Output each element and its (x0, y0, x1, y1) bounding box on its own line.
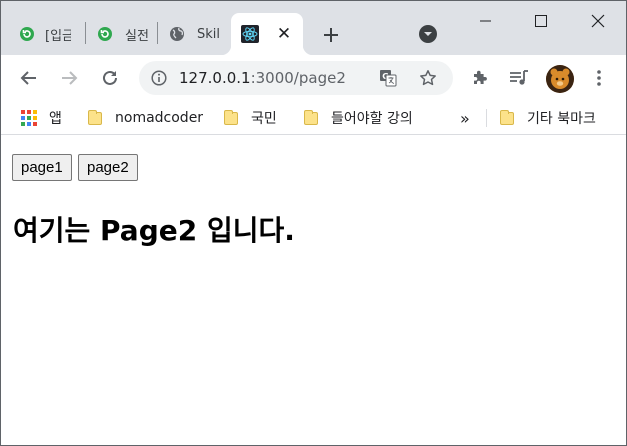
bookmark-label: nomadcoder (115, 110, 204, 126)
playlist-icon (510, 70, 528, 85)
page-heading: 여기는 Page2 입니다. (13, 214, 295, 247)
new-tab-button[interactable] (317, 21, 345, 49)
maximize-icon (535, 15, 547, 27)
minimize-icon (480, 20, 491, 22)
folder-icon (499, 110, 515, 126)
bookmark-label: 기타 북마크 (527, 111, 596, 127)
reload-button[interactable] (94, 62, 126, 94)
back-button[interactable] (13, 62, 45, 94)
bookmarks-bar: 앱 nomadcoder 국민 들어야할 강의 » 기타 북마크 (1, 101, 626, 135)
plus-icon (324, 28, 338, 42)
media-button[interactable] (503, 62, 535, 94)
refresh-icon (19, 26, 35, 42)
browser-toolbar: 127.0.0.1:3000/page2 G (1, 55, 626, 101)
arrow-left-icon (20, 71, 36, 85)
tab-title: [입금 (45, 28, 71, 44)
folder-icon (223, 110, 239, 126)
bookmarks-separator (486, 109, 487, 127)
forward-button[interactable] (53, 62, 85, 94)
bookmark-nomadcoder[interactable]: nomadcoder (87, 101, 203, 135)
tab-active[interactable]: ✕ (221, 13, 313, 55)
bookmark-label: 들어야할 강의 (331, 111, 413, 127)
refresh-icon (97, 26, 113, 42)
tab-title: Skil (197, 26, 221, 42)
translate-icon[interactable]: G (379, 69, 397, 91)
arrow-right-icon (62, 71, 78, 85)
url-text[interactable]: 127.0.0.1:3000/page2 (179, 61, 346, 95)
tab-separator (85, 22, 86, 44)
page1-button[interactable]: page1 (12, 154, 72, 181)
bookmark-lectures[interactable]: 들어야할 강의 (303, 101, 413, 135)
tab-search-button[interactable] (417, 23, 439, 45)
tab-strip: [입금 실전 Skil ✕ (1, 1, 626, 55)
bookmark-label: 앱 (49, 111, 62, 127)
chevron-down-icon (419, 25, 437, 43)
bookmarks-overflow-button[interactable]: » (460, 101, 470, 135)
maximize-button[interactable] (518, 1, 564, 41)
react-icon (241, 25, 259, 43)
tab-1[interactable]: [입금 (19, 13, 81, 55)
url-path: :3000/page2 (250, 69, 346, 87)
window-close-button[interactable] (575, 1, 621, 41)
tab-title: 실전 (125, 28, 149, 44)
star-icon[interactable] (419, 69, 437, 91)
globe-icon (169, 26, 185, 42)
close-icon (591, 14, 605, 28)
minimize-button[interactable] (463, 1, 509, 41)
tab-separator (157, 22, 158, 44)
avatar-image (546, 65, 574, 93)
page2-button[interactable]: page2 (78, 154, 138, 181)
url-host: 127.0.0.1 (179, 69, 251, 87)
bookmark-kookmin[interactable]: 국민 (223, 101, 277, 135)
bookmark-apps[interactable]: 앱 (21, 101, 62, 135)
bookmark-label: 국민 (251, 111, 277, 127)
page-content: page1 page2 여기는 Page2 입니다. (1, 136, 626, 445)
close-tab-button[interactable]: ✕ (275, 25, 293, 43)
bookmark-other[interactable]: 기타 북마크 (499, 101, 596, 135)
browser-window: [입금 실전 Skil ✕ (0, 0, 627, 446)
tab-2[interactable]: 실전 (97, 13, 153, 55)
profile-avatar[interactable] (546, 65, 574, 93)
reload-icon (103, 70, 117, 85)
apps-grid-icon (21, 110, 37, 126)
menu-button[interactable] (583, 62, 615, 94)
folder-icon (87, 110, 103, 126)
extensions-button[interactable] (464, 62, 496, 94)
info-icon[interactable] (151, 70, 167, 90)
address-bar[interactable]: 127.0.0.1:3000/page2 G (139, 61, 453, 95)
more-vert-icon (597, 70, 601, 86)
folder-icon (303, 110, 319, 126)
puzzle-icon (474, 70, 487, 84)
tab-3[interactable]: Skil (169, 13, 225, 55)
